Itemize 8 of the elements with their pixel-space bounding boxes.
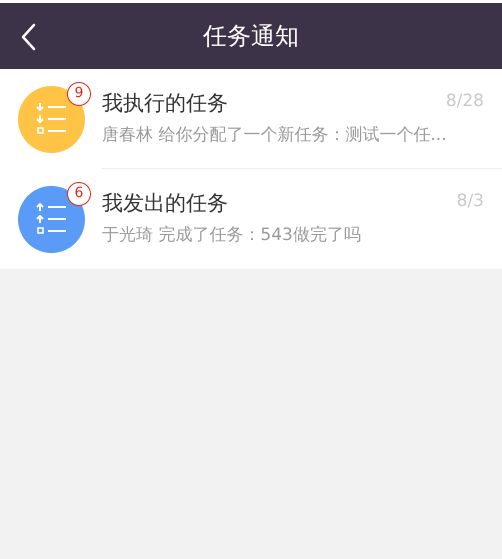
unread-badge: 9 [67,82,91,106]
item-title: 我发出的任务 [102,190,228,218]
item-message: 唐春林 给你分配了一个新任务：测试一个任... [102,124,448,148]
item-title: 我执行的任务 [102,90,228,118]
unread-badge: 6 [67,182,91,206]
back-icon [20,23,36,51]
page-title: 任务通知 [203,21,299,52]
item-message: 于光琦 完成了任务：543做完了吗 [102,224,362,248]
